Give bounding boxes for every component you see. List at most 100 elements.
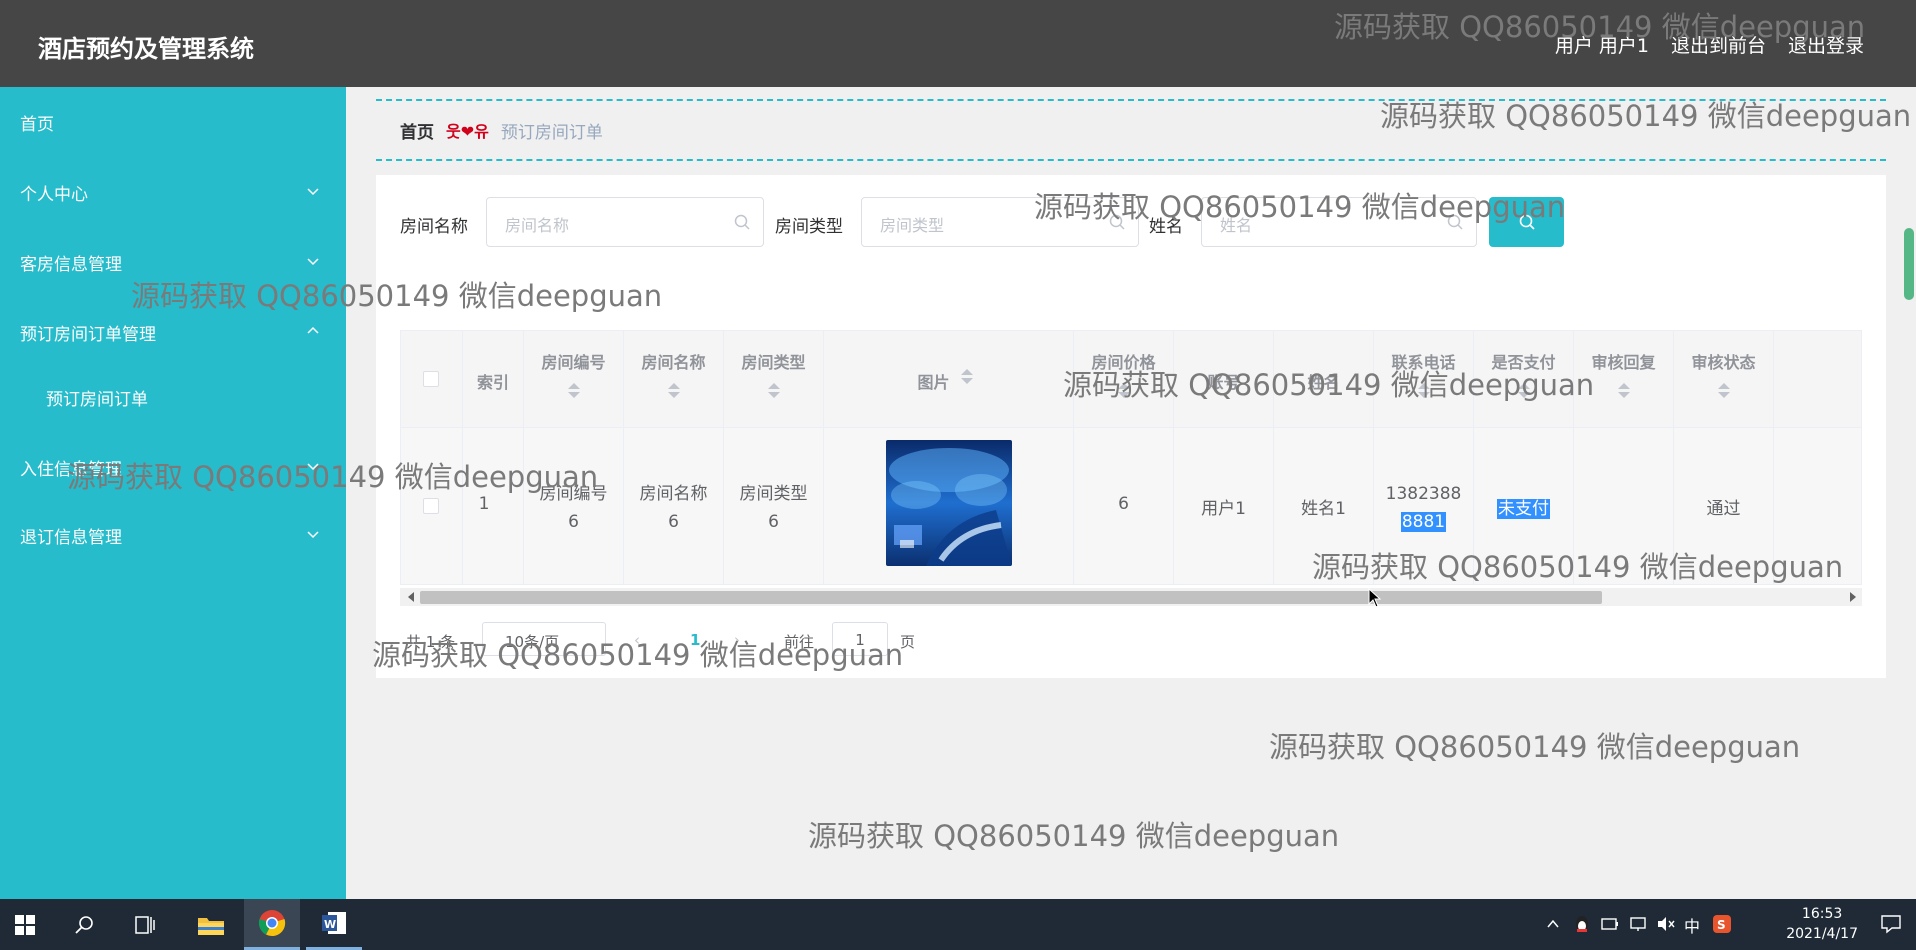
th-room-no[interactable]: 房间编号: [524, 331, 624, 427]
back-to-front-link[interactable]: 退出到前台: [1671, 31, 1766, 58]
sidebar-item-booking-management[interactable]: 预订房间订单管理: [0, 307, 346, 357]
cell-index: 1: [463, 428, 524, 584]
scroll-right-icon[interactable]: [1850, 592, 1856, 602]
sort-caret-icon[interactable]: [1517, 383, 1530, 398]
sidebar-item-home[interactable]: 首页: [0, 97, 346, 147]
sort-caret-icon[interactable]: [667, 383, 680, 398]
search-icon: [734, 214, 750, 230]
sort-caret-icon[interactable]: [960, 369, 973, 384]
cell-reply: [1574, 428, 1674, 584]
chevron-down-icon: [307, 463, 319, 471]
header-nav: 用户 用户1 退出到前台 退出登录: [1555, 31, 1864, 58]
name-input[interactable]: 姓名: [1201, 197, 1477, 247]
search-button[interactable]: [1489, 197, 1564, 247]
cell-status: 通过: [1674, 428, 1774, 584]
sidebar-item-label: 入住信息管理: [20, 459, 122, 480]
vertical-scroll-indicator[interactable]: [1904, 228, 1914, 300]
chevron-down-icon: [307, 188, 319, 196]
name-placeholder: 姓名: [1220, 216, 1253, 235]
room-type-input[interactable]: 房间类型: [861, 197, 1139, 247]
name-label: 姓名: [1149, 217, 1183, 237]
th-phone[interactable]: 联系电话: [1374, 331, 1474, 427]
word-taskbar-item[interactable]: W: [306, 899, 362, 950]
search-icon: [75, 915, 93, 934]
qq-icon[interactable]: [1572, 914, 1592, 934]
windows-logo-icon: [15, 914, 35, 935]
scrollbar-thumb[interactable]: [420, 591, 1602, 604]
system-clock[interactable]: 16:53 2021/4/17: [1786, 904, 1858, 944]
sidebar-item-label: 个人中心: [20, 184, 88, 205]
sidebar-item-room-info[interactable]: 客房信息管理: [0, 237, 346, 287]
sidebar-item-label: 预订房间订单: [46, 389, 148, 410]
sort-caret-icon[interactable]: [1717, 383, 1730, 398]
th-price[interactable]: 房间价格: [1074, 331, 1174, 427]
next-page-button[interactable]: ›: [734, 631, 740, 649]
th-name[interactable]: 姓名: [1274, 331, 1374, 427]
orders-table: 索引 房间编号 房间名称 房间类型 图片 房间价格 账号 姓名 联系电话 是否支…: [400, 330, 1862, 585]
sort-caret-icon[interactable]: [1417, 383, 1430, 398]
chrome-icon: [258, 910, 286, 937]
page-jump-input[interactable]: 1: [832, 622, 888, 656]
sogou-input-icon[interactable]: S: [1712, 914, 1732, 934]
sidebar-item-cancel-management[interactable]: 退订信息管理: [0, 510, 346, 560]
sort-caret-icon[interactable]: [767, 383, 780, 398]
current-user-link[interactable]: 用户 用户1: [1555, 31, 1649, 58]
room-name-label: 房间名称: [400, 217, 468, 237]
th-index: 索引: [463, 331, 524, 427]
svg-text:S: S: [1717, 918, 1726, 932]
breadcrumb-home[interactable]: 首页: [400, 118, 434, 143]
ime-indicator[interactable]: 中: [1684, 913, 1700, 937]
sidebar: 首页 个人中心 客房信息管理 预订房间订单管理 预订房间订单 入住信息管理 退订…: [0, 87, 346, 899]
scroll-left-icon[interactable]: [408, 592, 414, 602]
th-paid[interactable]: 是否支付: [1474, 331, 1574, 427]
th-room-name[interactable]: 房间名称: [624, 331, 724, 427]
th-account[interactable]: 账号: [1174, 331, 1274, 427]
th-image[interactable]: 图片: [824, 331, 1074, 427]
search-icon: [1447, 214, 1463, 230]
sidebar-item-booking-orders[interactable]: 预订房间订单: [0, 372, 346, 422]
notification-icon[interactable]: [1880, 914, 1902, 934]
room-type-label: 房间类型: [775, 217, 843, 237]
search-icon: [1519, 214, 1535, 230]
breadcrumb-current: 预订房间订单: [500, 122, 603, 143]
network-icon[interactable]: [1628, 915, 1648, 933]
th-reply[interactable]: 审核回复: [1574, 331, 1674, 427]
task-view-button[interactable]: [120, 899, 170, 950]
prev-page-button[interactable]: ‹: [634, 631, 640, 649]
breadcrumb: 首页 웃❤유 预订房间订单: [376, 99, 1886, 161]
logout-link[interactable]: 退出登录: [1788, 31, 1864, 58]
word-icon: W: [322, 912, 346, 934]
row-checkbox[interactable]: [423, 498, 439, 514]
select-all-checkbox[interactable]: [423, 371, 439, 387]
cell-price: 6: [1074, 428, 1174, 584]
windows-taskbar: W 中 S 16:53 2021/4/17: [0, 899, 1916, 950]
cell-image: [824, 428, 1074, 584]
content-panel: 房间名称 房间名称 房间类型 房间类型 姓名 姓名 索引 房间编号 房间名称 房…: [376, 175, 1886, 678]
room-photo[interactable]: [886, 440, 1012, 566]
table-horizontal-scrollbar[interactable]: [400, 588, 1862, 606]
app-title: 酒店预约及管理系统: [38, 35, 254, 63]
page-number-1[interactable]: 1: [690, 631, 700, 649]
room-name-input[interactable]: 房间名称: [486, 197, 764, 247]
table-header: 索引 房间编号 房间名称 房间类型 图片 房间价格 账号 姓名 联系电话 是否支…: [401, 331, 1861, 428]
table-row: 1 房间编号 6 房间名称 6 房间类型 6 6 用户1 姓名1 1382388…: [401, 428, 1861, 584]
page-size-select[interactable]: 10条/页: [482, 622, 606, 656]
app-header: 酒店预约及管理系统 用户 用户1 退出到前台 退出登录: [0, 0, 1916, 87]
chrome-taskbar-item[interactable]: [244, 899, 300, 950]
volume-muted-icon[interactable]: [1656, 915, 1676, 933]
th-status[interactable]: 审核状态: [1674, 331, 1774, 427]
sidebar-item-checkin-management[interactable]: 入住信息管理: [0, 442, 346, 492]
start-button[interactable]: [0, 899, 50, 950]
taskbar-search-button[interactable]: [60, 899, 110, 950]
pagination-total: 共 1 条: [406, 633, 456, 651]
sort-caret-icon[interactable]: [1617, 383, 1630, 398]
folder-icon: [198, 917, 224, 935]
chevron-up-icon[interactable]: [1546, 917, 1560, 931]
cell-name: 姓名1: [1274, 428, 1374, 584]
sidebar-item-personal-center[interactable]: 个人中心: [0, 167, 346, 217]
cell-room-type: 房间类型 6: [724, 428, 824, 584]
sort-caret-icon[interactable]: [567, 383, 580, 398]
battery-icon[interactable]: [1600, 915, 1620, 933]
file-explorer-taskbar-item[interactable]: [184, 899, 238, 950]
sort-caret-icon[interactable]: [1117, 383, 1130, 398]
